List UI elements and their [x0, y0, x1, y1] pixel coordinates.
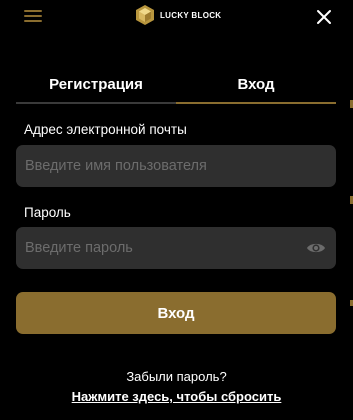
- email-label: Адрес электронной почты: [24, 122, 187, 137]
- menu-line: [24, 10, 42, 12]
- login-button[interactable]: Вход: [16, 292, 336, 334]
- auth-tabs: Регистрация Вход: [16, 66, 336, 104]
- tab-login[interactable]: Вход: [176, 66, 336, 104]
- forgot-password-text: Забыли пароль?: [126, 369, 227, 384]
- reset-password-link[interactable]: Нажмите здесь, чтобы сбросить: [0, 389, 353, 404]
- password-label: Пароль: [24, 205, 71, 220]
- email-field-container: [16, 145, 336, 187]
- lucky-block-logo-icon: [136, 5, 154, 25]
- logo[interactable]: LUCKY BLOCK: [136, 5, 221, 25]
- hamburger-menu-icon[interactable]: [24, 10, 42, 23]
- top-bar: LUCKY BLOCK: [0, 0, 353, 34]
- password-field-container: [16, 227, 336, 269]
- close-icon[interactable]: [316, 9, 332, 25]
- email-field[interactable]: [16, 145, 336, 187]
- menu-line: [24, 15, 42, 17]
- logo-text: LUCKY BLOCK: [160, 10, 222, 20]
- password-field[interactable]: [16, 227, 336, 269]
- tab-registration[interactable]: Регистрация: [16, 66, 176, 104]
- eye-icon[interactable]: [306, 239, 326, 257]
- menu-line: [24, 20, 42, 22]
